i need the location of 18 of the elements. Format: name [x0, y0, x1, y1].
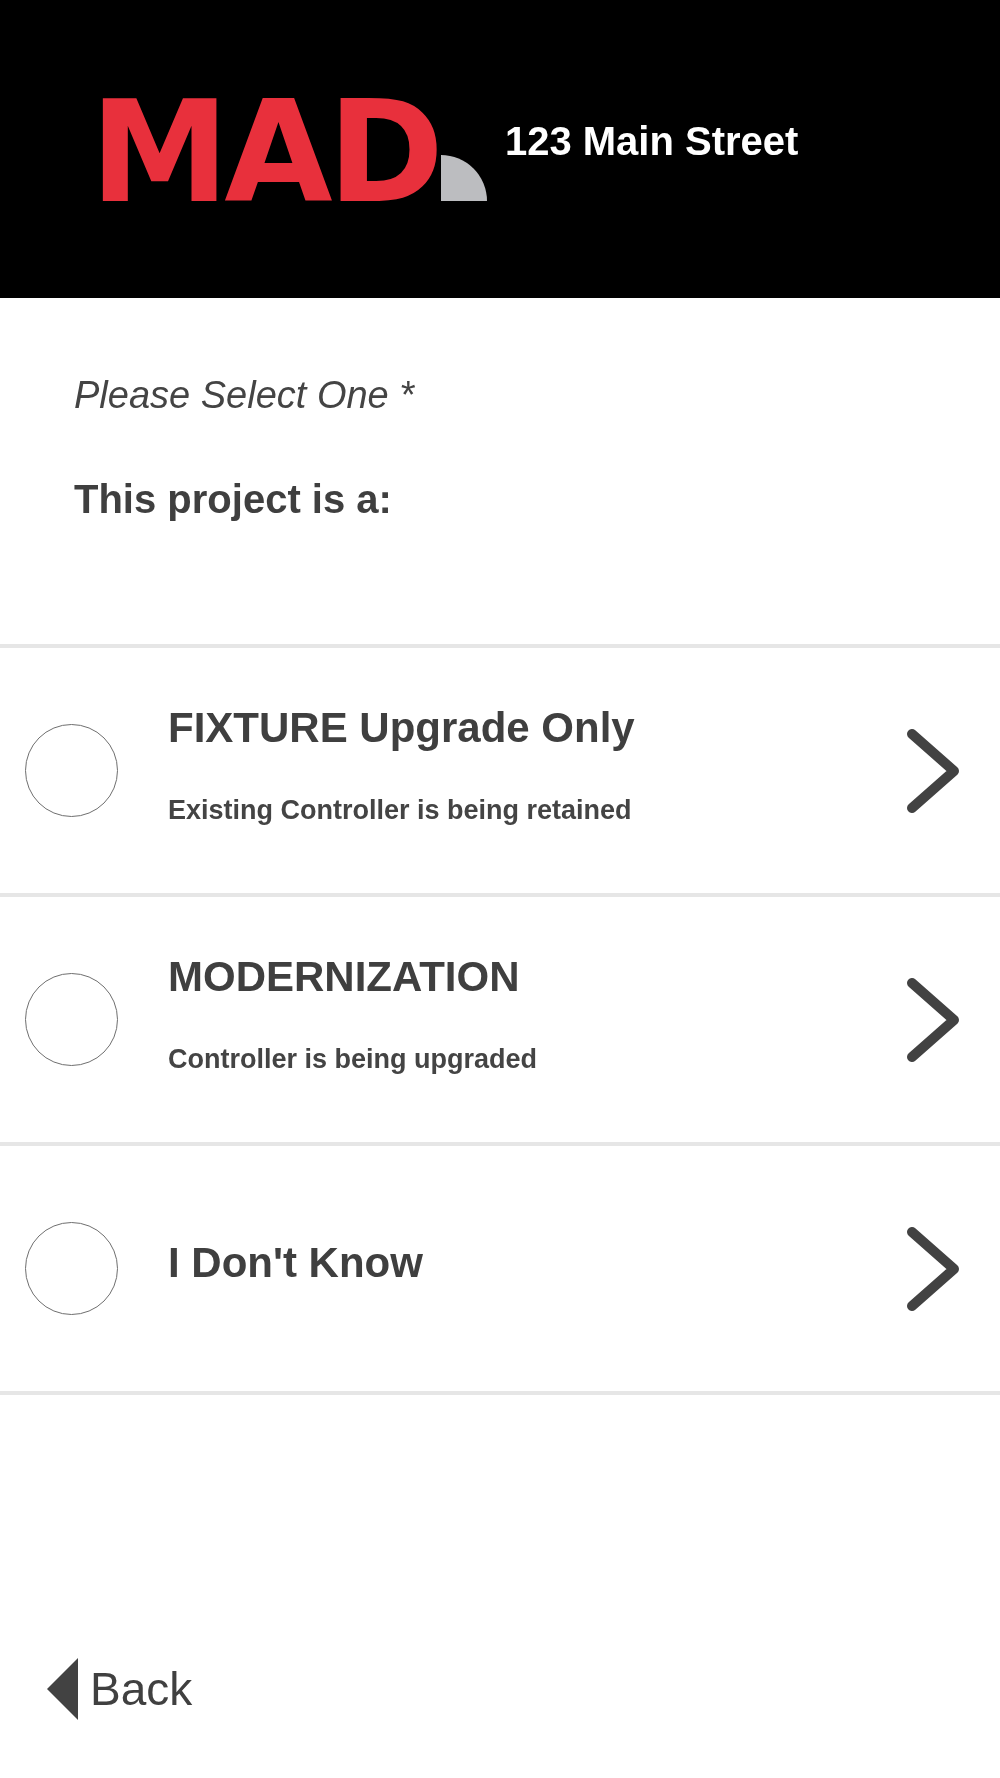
chevron-right-icon: [906, 976, 960, 1063]
hint-text: Please Select One *: [74, 373, 415, 418]
back-button[interactable]: Back: [47, 1658, 193, 1720]
option-title: MODERNIZATION: [168, 951, 520, 1002]
question-text: This project is a:: [74, 476, 392, 523]
triangle-left-icon: [47, 1658, 78, 1720]
logo-text: MAD: [90, 83, 439, 223]
option-title: FIXTURE Upgrade Only: [168, 702, 635, 753]
option-title: I Don't Know: [168, 1237, 423, 1288]
option-row[interactable]: FIXTURE Upgrade Only Existing Controller is being retained: [0, 648, 1000, 897]
option-row[interactable]: MODERNIZATION Controller is being upgraded: [0, 897, 1000, 1146]
chevron-right-icon: [906, 1225, 960, 1312]
option-subtitle: Existing Controller is being retained: [168, 793, 632, 827]
option-subtitle: Controller is being upgraded: [168, 1042, 538, 1076]
address-title: 123 Main Street: [504, 118, 799, 165]
logo-quarter-icon: [440, 155, 487, 201]
option-row[interactable]: I Don't Know: [0, 1146, 1000, 1395]
chevron-right-icon: [906, 727, 960, 814]
